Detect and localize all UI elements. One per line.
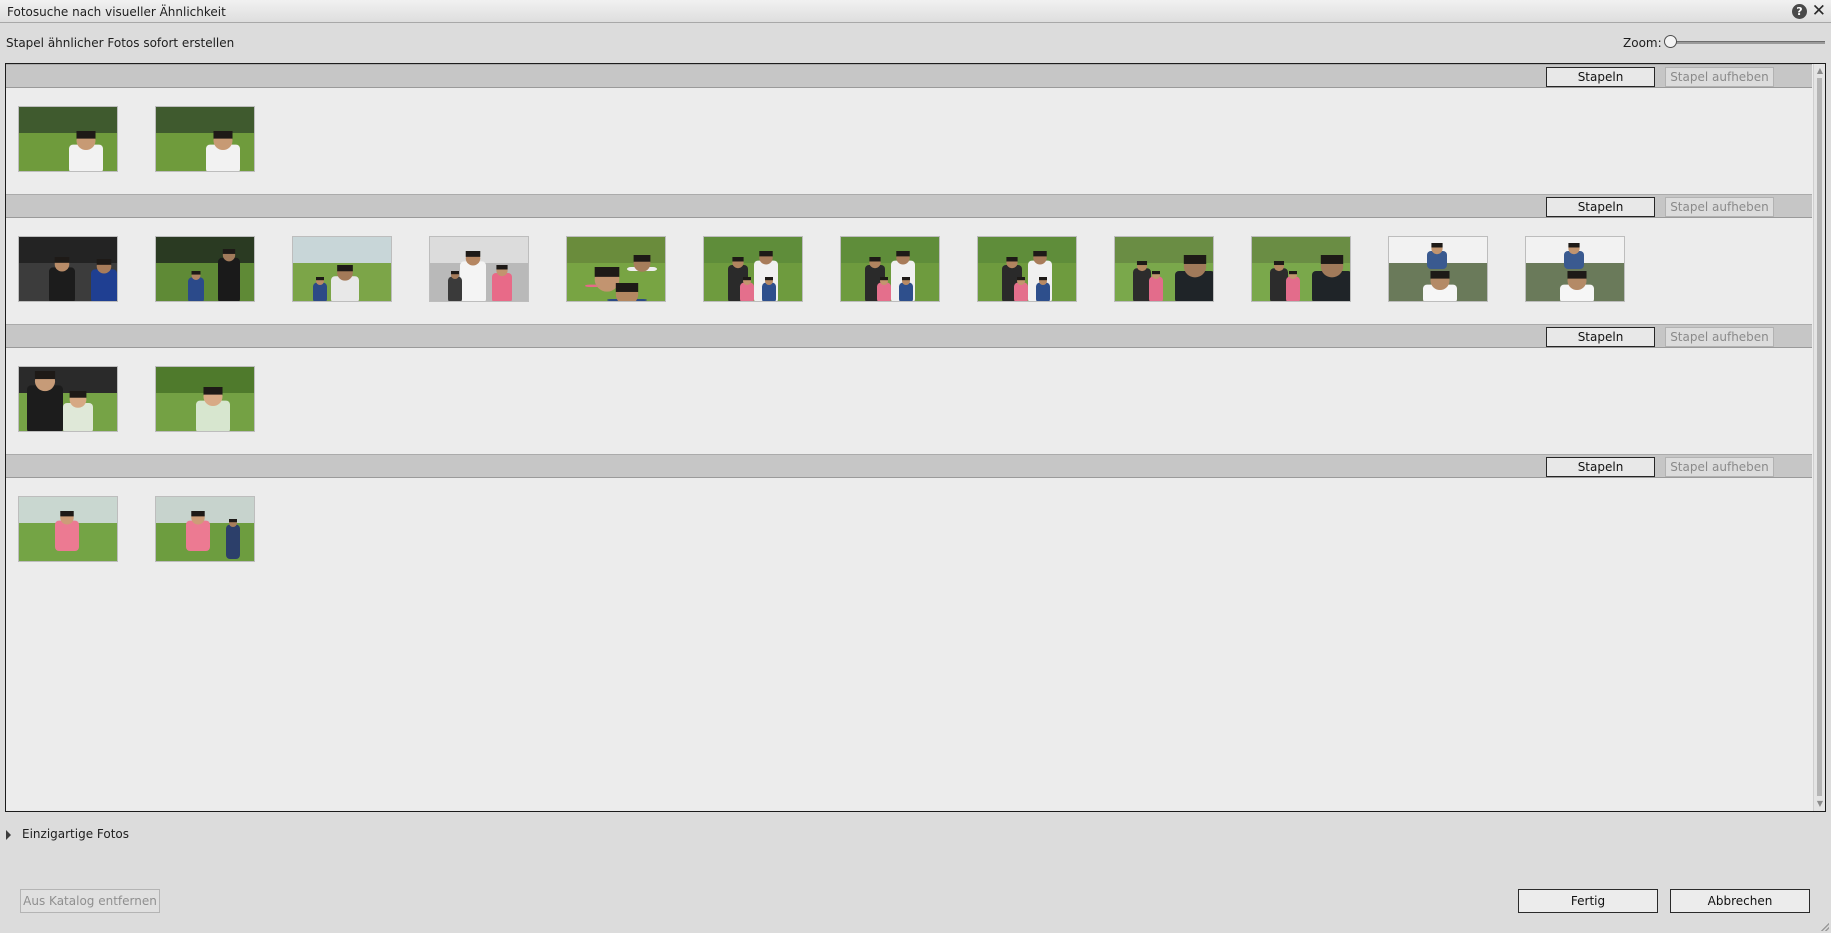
photo-thumbnail[interactable] [977,236,1077,302]
zoom-label: Zoom: [1623,36,1662,50]
group-header: Stapeln Stapel aufheben [6,194,1812,218]
photo-thumbnail[interactable] [1251,236,1351,302]
stack-button[interactable]: Stapeln [1546,457,1655,477]
unstack-button[interactable]: Stapel aufheben [1665,197,1774,217]
similar-photo-group: Stapeln Stapel aufheben [6,194,1812,324]
scroll-up-arrow-icon[interactable]: ▲ [1816,67,1824,75]
photo-thumbnail[interactable] [155,496,255,562]
expand-unique-photos-toggle[interactable] [6,827,11,841]
photo-thumbnail[interactable] [18,236,118,302]
stack-button[interactable]: Stapeln [1546,327,1655,347]
remove-from-catalog-button[interactable]: Aus Katalog entfernen [20,889,160,913]
scroll-thumb[interactable] [1817,78,1822,796]
photo-thumbnail[interactable] [18,496,118,562]
group-header: Stapeln Stapel aufheben [6,454,1812,478]
similar-photo-group: Stapeln Stapel aufheben [6,64,1812,194]
photo-thumbnail[interactable] [155,366,255,432]
zoom-slider-track[interactable] [1668,41,1825,44]
similar-photo-group: Stapeln Stapel aufheben [6,324,1812,454]
stack-button[interactable]: Stapeln [1546,197,1655,217]
unstack-button[interactable]: Stapel aufheben [1665,457,1774,477]
disclosure-triangle-icon [6,829,11,840]
photo-thumbnail[interactable] [1525,236,1625,302]
help-icon[interactable]: ? [1792,4,1807,19]
photo-thumbnail[interactable] [18,106,118,172]
photo-thumbnail[interactable] [703,236,803,302]
title-bar: Fotosuche nach visueller Ähnlichkeit ? ✕ [0,0,1831,23]
unstack-button[interactable]: Stapel aufheben [1665,67,1774,87]
group-header: Stapeln Stapel aufheben [6,64,1812,88]
close-icon[interactable]: ✕ [1812,1,1826,21]
photo-thumbnail[interactable] [1388,236,1488,302]
window-title: Fotosuche nach visueller Ähnlichkeit [7,5,226,19]
unique-photos-label[interactable]: Einzigartige Fotos [22,827,129,841]
similar-photos-panel: Stapeln Stapel aufheben Stapeln Stapel aufh… [5,63,1826,812]
scroll-down-arrow-icon[interactable]: ▼ [1816,800,1824,808]
stack-button[interactable]: Stapeln [1546,67,1655,87]
cancel-button[interactable]: Abbrechen [1670,889,1810,913]
photo-thumbnail[interactable] [18,366,118,432]
dialog-subtitle: Stapel ähnlicher Fotos sofort erstellen [6,36,235,50]
photo-thumbnail[interactable] [155,236,255,302]
photo-thumbnail[interactable] [840,236,940,302]
zoom-slider-handle[interactable] [1664,35,1677,48]
photo-thumbnail[interactable] [1114,236,1214,302]
photo-thumbnail[interactable] [566,236,666,302]
done-button[interactable]: Fertig [1518,889,1658,913]
similar-photo-group: Stapeln Stapel aufheben [6,454,1812,584]
group-header: Stapeln Stapel aufheben [6,324,1812,348]
photo-thumbnail[interactable] [429,236,529,302]
vertical-scrollbar[interactable]: ▲ ▼ [1813,64,1825,811]
resize-grip-icon[interactable] [1821,923,1829,931]
unstack-button[interactable]: Stapel aufheben [1665,327,1774,347]
photo-thumbnail[interactable] [155,106,255,172]
photo-thumbnail[interactable] [292,236,392,302]
